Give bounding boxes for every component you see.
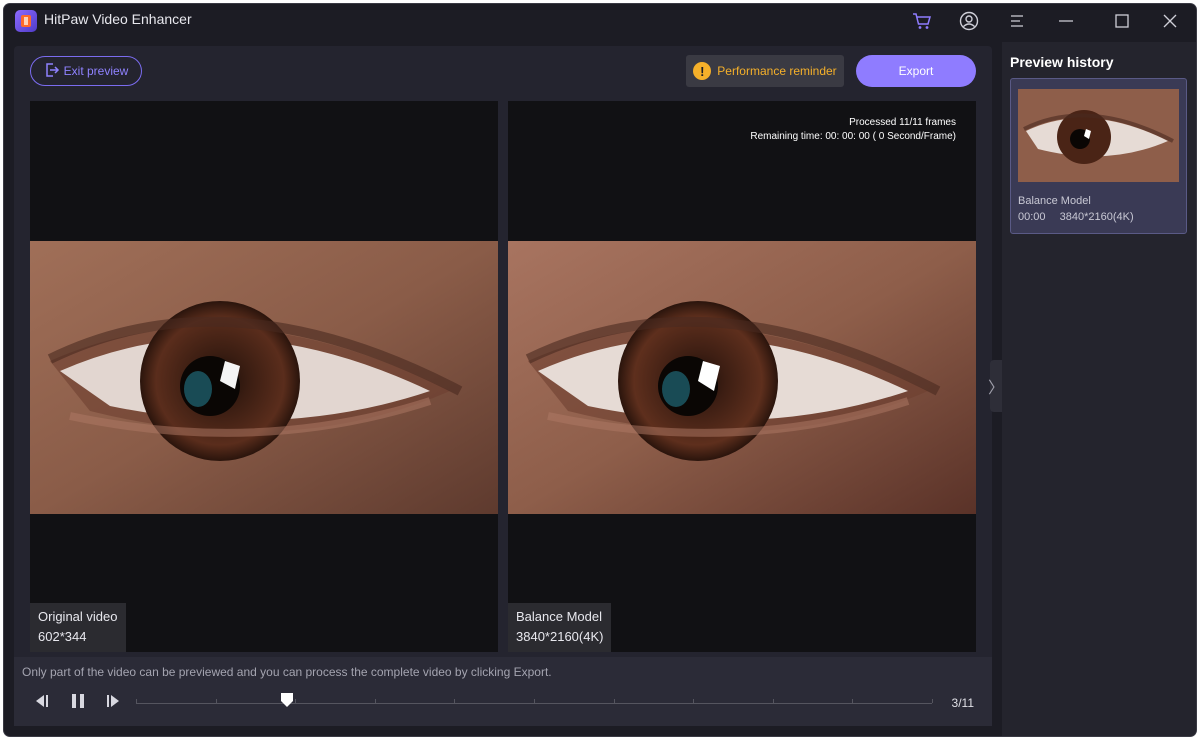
- history-item[interactable]: Balance Model 00:00 3840*2160(4K): [1010, 78, 1187, 234]
- history-resolution: 3840*2160(4K): [1059, 211, 1134, 223]
- pause-button[interactable]: [66, 691, 90, 715]
- enhanced-video-size: 3840*2160(4K): [516, 629, 604, 644]
- timeline-tick: [773, 699, 774, 703]
- close-icon[interactable]: [1157, 8, 1183, 34]
- warning-icon: !: [693, 62, 712, 80]
- timeline-tick: [614, 699, 615, 703]
- app-logo-icon: [15, 10, 37, 32]
- timeline-thumb[interactable]: [281, 693, 293, 707]
- next-frame-button[interactable]: [101, 691, 125, 715]
- timeline-tick: [852, 699, 853, 703]
- enhanced-video-frame: [508, 241, 976, 514]
- exit-preview-button[interactable]: Exit preview: [30, 56, 142, 86]
- pause-icon: [70, 693, 86, 714]
- playback-bar: Only part of the video can be previewed …: [14, 657, 992, 726]
- title-bar: HitPaw Video Enhancer: [4, 4, 1196, 36]
- enhanced-video-pane: Processed 11/11 frames Remaining time: 0…: [508, 101, 976, 652]
- app-window: HitPaw Video Enhancer Exit preview ! Per…: [4, 4, 1196, 736]
- timeline-tick: [534, 699, 535, 703]
- enhanced-model-title: Balance Model: [516, 609, 602, 624]
- account-icon[interactable]: [956, 8, 982, 34]
- cart-icon[interactable]: [909, 8, 935, 34]
- timeline-tick: [375, 699, 376, 703]
- original-video-size: 602*344: [38, 629, 87, 644]
- history-time: 00:00: [1018, 211, 1046, 223]
- remaining-time: Remaining time: 00: 00: 00 ( 0 Second/Fr…: [750, 131, 956, 142]
- exit-icon: [44, 62, 60, 81]
- original-video-label: Original video 602*344: [30, 603, 126, 652]
- processing-status: Processed 11/11 frames Remaining time: 0…: [750, 116, 956, 144]
- timeline-tick: [454, 699, 455, 703]
- original-video-frame: [30, 241, 498, 514]
- history-thumbnail: [1018, 89, 1179, 182]
- timeline-tick: [136, 699, 137, 703]
- processed-frames: Processed 11/11 frames: [849, 117, 956, 128]
- history-model: Balance Model: [1018, 195, 1091, 207]
- next-frame-icon: [104, 693, 122, 714]
- preview-history-title: Preview history: [1010, 54, 1114, 70]
- original-video-title: Original video: [38, 609, 118, 624]
- timeline-slider[interactable]: [136, 693, 933, 707]
- maximize-icon[interactable]: [1109, 8, 1135, 34]
- preview-history-panel: Preview history Balance Model 00:00 3840…: [1002, 42, 1196, 736]
- enhanced-video-label: Balance Model 3840*2160(4K): [508, 603, 612, 652]
- performance-reminder-button[interactable]: ! Performance reminder: [686, 55, 844, 87]
- frame-counter: 3/11: [951, 696, 974, 710]
- preview-area: Exit preview ! Performance reminder Expo…: [14, 46, 992, 726]
- exit-preview-label: Exit preview: [63, 64, 129, 78]
- history-meta: 00:00 3840*2160(4K): [1018, 211, 1134, 223]
- original-video-pane: Original video 602*344: [30, 101, 498, 652]
- app-title: HitPaw Video Enhancer: [44, 11, 192, 27]
- previous-frame-icon: [33, 693, 51, 714]
- previous-frame-button[interactable]: [30, 691, 54, 715]
- timeline-tick: [216, 699, 217, 703]
- collapse-sidebar-button[interactable]: 〉: [988, 360, 1004, 412]
- export-button[interactable]: Export: [856, 55, 976, 87]
- preview-hint: Only part of the video can be previewed …: [22, 665, 552, 679]
- menu-icon[interactable]: [1004, 8, 1030, 34]
- performance-reminder-label: Performance reminder: [717, 64, 837, 78]
- timeline-tick: [932, 699, 933, 703]
- minimize-icon[interactable]: [1053, 8, 1079, 34]
- timeline-tick: [295, 699, 296, 703]
- timeline-tick: [693, 699, 694, 703]
